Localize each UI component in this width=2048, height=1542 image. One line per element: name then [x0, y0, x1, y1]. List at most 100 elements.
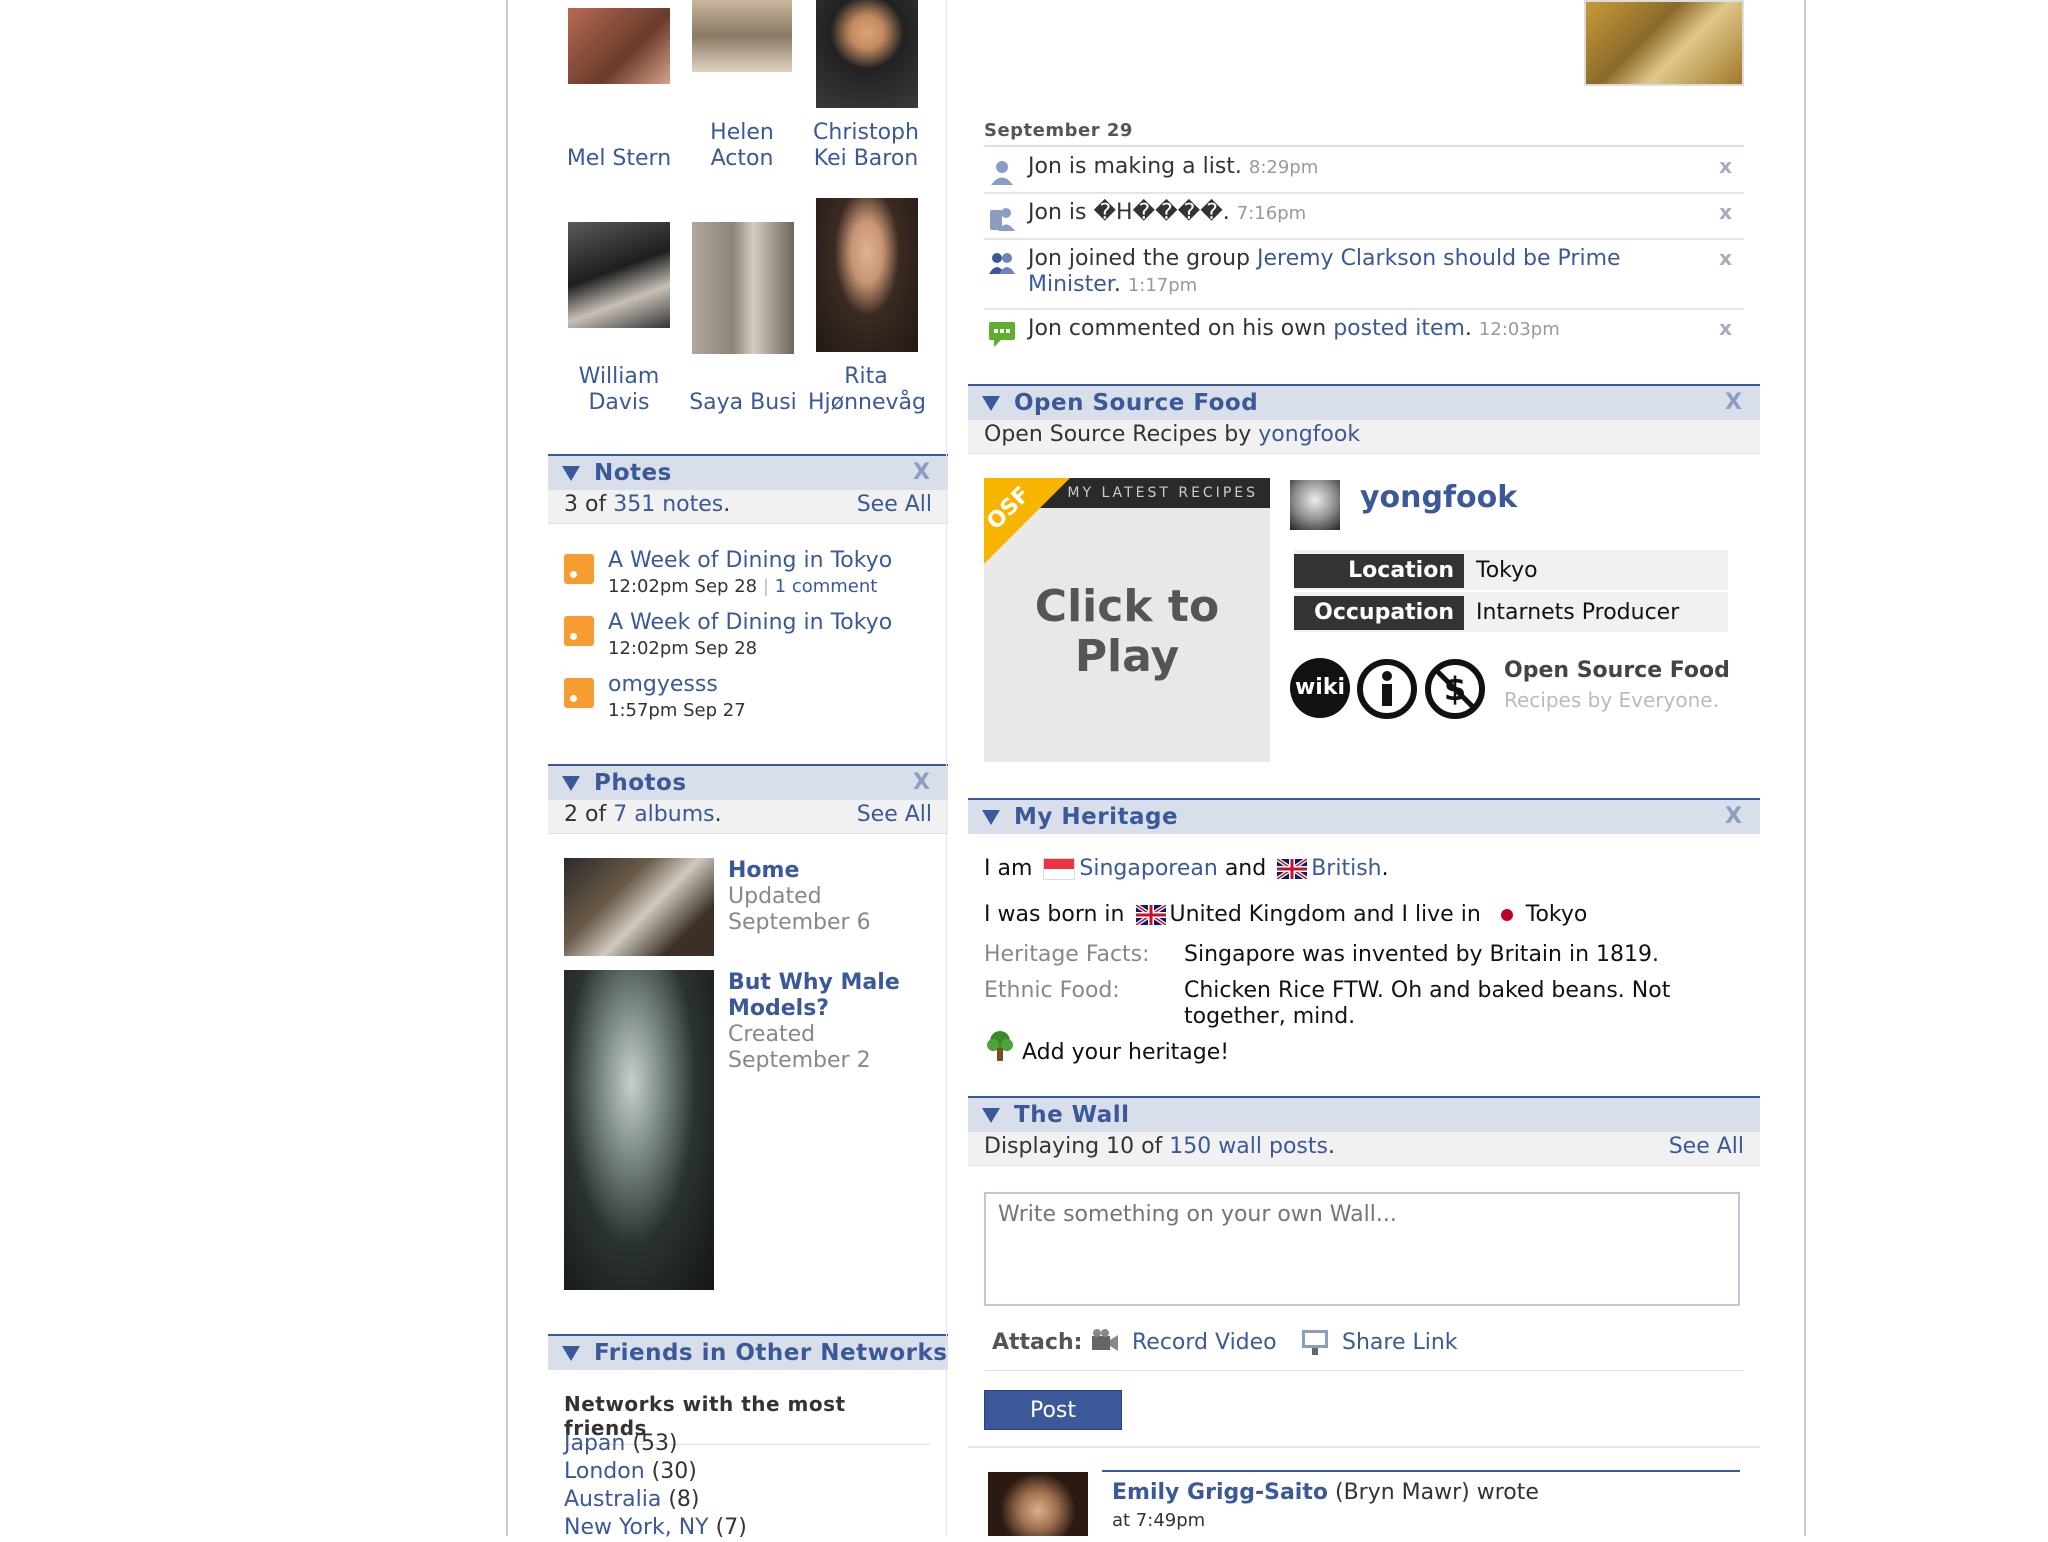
- singapore-flag-icon: [1043, 858, 1076, 880]
- photos-summary: 2 of 7 albums. See All: [548, 800, 948, 834]
- location-label: Location: [1294, 554, 1464, 588]
- posted-item-link[interactable]: posted item: [1333, 316, 1465, 341]
- note-title[interactable]: omgyesss: [608, 672, 718, 697]
- osf-header[interactable]: Open Source Food X: [968, 384, 1760, 420]
- remove-icon[interactable]: x: [1719, 200, 1732, 224]
- wall-header[interactable]: The Wall: [968, 1096, 1760, 1132]
- wall-post-byline: Emily Grigg-Saito (Bryn Mawr) wrote: [1112, 1480, 1539, 1505]
- group-link-cont[interactable]: Minister: [1028, 272, 1114, 297]
- network-link[interactable]: London: [564, 1459, 645, 1484]
- add-heritage-link[interactable]: Add your heritage!: [1022, 1040, 1229, 1065]
- remove-icon[interactable]: x: [1719, 246, 1732, 270]
- album-cover-male-models[interactable]: [564, 970, 714, 1290]
- album-cover-home[interactable]: [564, 858, 714, 956]
- remove-icon[interactable]: x: [1719, 316, 1732, 340]
- wall-post-avatar[interactable]: [988, 1472, 1088, 1536]
- remove-icon[interactable]: x: [1719, 154, 1732, 178]
- friend-photo-saya-busi[interactable]: [692, 222, 794, 354]
- wall-post-author[interactable]: Emily Grigg-Saito: [1112, 1480, 1328, 1505]
- photos-see-all-link[interactable]: See All: [857, 802, 932, 827]
- rss-icon: [564, 554, 594, 584]
- close-icon[interactable]: X: [913, 770, 930, 795]
- live-place: Tokyo: [1525, 902, 1588, 927]
- photos-title: Photos: [594, 770, 687, 796]
- note-meta: 1:57pm Sep 27: [608, 700, 746, 721]
- friend-christoph-kei-baron[interactable]: Christoph Kei Baron: [800, 120, 932, 172]
- friend-name[interactable]: Mel Stern: [554, 146, 684, 172]
- photos-header[interactable]: Photos X: [548, 764, 948, 800]
- wall-post-input[interactable]: [984, 1192, 1740, 1306]
- occupation-value: Intarnets Producer: [1476, 600, 1680, 625]
- collapse-triangle-icon[interactable]: [982, 1108, 1000, 1123]
- album-name[interactable]: Home: [728, 858, 871, 884]
- osf-widget[interactable]: MY LATEST RECIPES OSF Click to Play: [984, 478, 1270, 762]
- friend-name[interactable]: Christoph Kei Baron: [800, 120, 932, 172]
- note-title[interactable]: A Week of Dining in Tokyo: [608, 548, 892, 573]
- network-item: Japan (53): [564, 1430, 747, 1458]
- friend-photo-helen-acton[interactable]: [692, 0, 792, 72]
- singaporean-link[interactable]: Singaporean: [1079, 856, 1217, 881]
- heritage-nationality: I am Singaporean and British.: [984, 856, 1389, 881]
- post-button[interactable]: Post: [984, 1390, 1122, 1430]
- osf-user-link[interactable]: yongfook: [1258, 422, 1360, 447]
- and-text: and: [1224, 856, 1267, 881]
- heritage-header[interactable]: My Heritage X: [968, 798, 1760, 834]
- click-to-play[interactable]: Click to Play: [984, 582, 1270, 682]
- born-place: United Kingdom and I live in: [1169, 902, 1481, 927]
- feed-item: Jon is �H����. 7:16pm x: [984, 194, 1744, 240]
- heritage-title: My Heritage: [1014, 804, 1179, 830]
- friend-photo-william-davis[interactable]: [568, 222, 670, 328]
- wall-posts-link[interactable]: 150 wall posts: [1169, 1134, 1328, 1159]
- wall-post-time: at 7:49pm: [1112, 1510, 1206, 1531]
- friend-rita-hjonnevag[interactable]: Rita Hjønnevåg: [800, 364, 932, 416]
- albums-count-link[interactable]: 7 albums: [613, 802, 714, 827]
- close-icon[interactable]: X: [1725, 804, 1742, 829]
- close-icon[interactable]: X: [1725, 390, 1742, 415]
- friend-name[interactable]: Rita Hjønnevåg: [800, 364, 932, 416]
- notes-see-all-link[interactable]: See All: [857, 492, 932, 517]
- network-link[interactable]: Japan: [564, 1431, 625, 1456]
- friend-mel-stern[interactable]: Mel Stern: [554, 146, 684, 172]
- collapse-triangle-icon[interactable]: [562, 1346, 580, 1361]
- wall-post-header: [1102, 1470, 1740, 1472]
- record-video-link[interactable]: Record Video: [1132, 1330, 1277, 1355]
- note-comment-link[interactable]: 1 comment: [775, 576, 878, 597]
- cc-wiki-text: wiki: [1294, 675, 1346, 700]
- notes-summary-prefix: 3 of: [564, 492, 614, 517]
- friend-name[interactable]: William Davis: [554, 364, 684, 416]
- friend-saya-busi[interactable]: Saya Busi: [678, 390, 808, 416]
- collapse-triangle-icon[interactable]: [982, 396, 1000, 411]
- friend-photo-christoph-kei-baron[interactable]: [816, 0, 918, 108]
- notes-title: Notes: [594, 460, 672, 486]
- friend-helen-acton[interactable]: Helen Acton: [676, 120, 808, 172]
- album-name[interactable]: But Why Male Models?: [728, 970, 928, 1022]
- share-link-link[interactable]: Share Link: [1342, 1330, 1458, 1355]
- collapse-triangle-icon[interactable]: [562, 466, 580, 481]
- feed-text: Jon is making a list.: [1028, 154, 1242, 179]
- notes-count-link[interactable]: 351 notes: [613, 492, 723, 517]
- collapse-triangle-icon[interactable]: [562, 776, 580, 791]
- cc-noncommercial-icon: $: [1424, 658, 1486, 724]
- friend-name[interactable]: Helen Acton: [676, 120, 808, 172]
- collapse-triangle-icon[interactable]: [982, 810, 1000, 825]
- osf-username[interactable]: yongfook: [1360, 480, 1517, 515]
- yongfook-avatar[interactable]: [1290, 480, 1340, 530]
- friend-photo-mel-stern[interactable]: [568, 8, 670, 84]
- friend-william-davis[interactable]: William Davis: [554, 364, 684, 416]
- network-link[interactable]: Australia: [564, 1487, 661, 1512]
- wall-see-all-link[interactable]: See All: [1669, 1134, 1744, 1159]
- notes-header[interactable]: Notes X: [548, 454, 948, 490]
- network-link[interactable]: New York, NY: [564, 1515, 709, 1540]
- close-icon[interactable]: X: [913, 460, 930, 485]
- friend-photo-rita-hjonnevag[interactable]: [816, 198, 918, 352]
- osf-subtitle-prefix: Open Source Recipes by: [984, 422, 1259, 447]
- friend-name[interactable]: Saya Busi: [678, 390, 808, 416]
- note-title[interactable]: A Week of Dining in Tokyo: [608, 610, 892, 635]
- british-link[interactable]: British: [1311, 856, 1381, 881]
- food-label: Ethnic Food:: [984, 978, 1120, 1003]
- profile-photo-thumb[interactable]: [1584, 0, 1744, 86]
- other-networks-header[interactable]: Friends in Other Networks: [548, 1334, 948, 1370]
- group-link[interactable]: Jeremy Clarkson should be Prime: [1257, 246, 1621, 271]
- note-meta: 12:02pm Sep 28: [608, 638, 758, 659]
- cc-attribution-icon: [1356, 658, 1418, 724]
